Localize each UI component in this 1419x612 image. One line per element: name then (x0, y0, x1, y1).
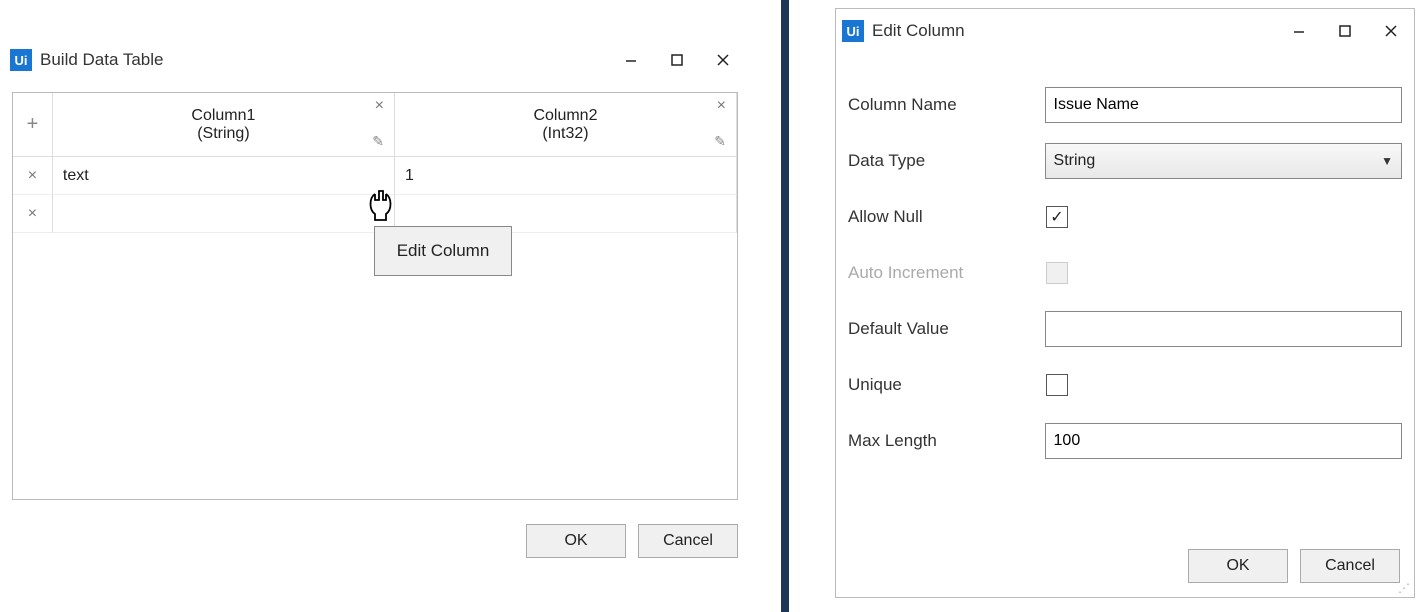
allow-null-checkbox[interactable]: ✓ (1046, 206, 1068, 228)
unique-label: Unique (848, 375, 1046, 395)
edit-column-form: Column Name Data Type String ▼ Allow Nul… (836, 53, 1414, 469)
column-name-input[interactable] (1045, 87, 1402, 123)
data-table-grid: + × Column1 (String) ✎ × Column2 (Int32)… (12, 92, 738, 500)
app-logo-icon: Ui (10, 49, 32, 71)
titlebar: Ui Edit Column (836, 9, 1414, 53)
add-column-button[interactable]: + (13, 93, 53, 157)
delete-row-icon[interactable]: × (13, 157, 53, 195)
mouse-cursor-icon (366, 188, 394, 222)
edit-column-window: Ui Edit Column Column Name Data Type Str… (835, 8, 1415, 598)
column-header-2[interactable]: × Column2 (Int32) ✎ (395, 93, 737, 157)
app-logo-icon: Ui (842, 20, 864, 42)
column-name: Column1 (191, 107, 255, 125)
max-length-label: Max Length (848, 431, 1045, 451)
delete-column-icon[interactable]: × (375, 97, 384, 115)
window-title: Build Data Table (40, 50, 164, 70)
vertical-divider (781, 0, 789, 612)
edit-column-tooltip: Edit Column (374, 226, 512, 276)
unique-checkbox[interactable] (1046, 374, 1068, 396)
cell[interactable]: 1 (395, 157, 737, 195)
titlebar: Ui Build Data Table (4, 40, 746, 80)
data-type-label: Data Type (848, 151, 1045, 171)
close-button[interactable] (700, 40, 746, 80)
chevron-down-icon: ▼ (1381, 154, 1393, 168)
cell[interactable] (53, 195, 395, 233)
default-value-label: Default Value (848, 319, 1045, 339)
maximize-button[interactable] (654, 40, 700, 80)
column-type: (Int32) (542, 125, 588, 143)
minimize-button[interactable] (1276, 11, 1322, 51)
edit-column-icon[interactable]: ✎ (714, 133, 726, 150)
edit-column-icon[interactable]: ✎ (372, 133, 384, 150)
ok-button[interactable]: OK (526, 524, 626, 558)
allow-null-label: Allow Null (848, 207, 1046, 227)
header-row: + × Column1 (String) ✎ × Column2 (Int32)… (13, 93, 737, 157)
cancel-button[interactable]: Cancel (1300, 549, 1400, 583)
data-type-select[interactable]: String ▼ (1045, 143, 1402, 179)
max-length-input[interactable] (1045, 423, 1402, 459)
column-header-1[interactable]: × Column1 (String) ✎ (53, 93, 395, 157)
ok-button[interactable]: OK (1188, 549, 1288, 583)
window-title: Edit Column (872, 21, 965, 41)
resize-grip-icon[interactable]: ⋰ (1398, 581, 1412, 595)
minimize-button[interactable] (608, 40, 654, 80)
build-data-table-window: Ui Build Data Table + × Column1 (String)… (4, 40, 746, 566)
auto-increment-label: Auto Increment (848, 263, 1046, 283)
auto-increment-checkbox (1046, 262, 1068, 284)
delete-column-icon[interactable]: × (717, 97, 726, 115)
close-button[interactable] (1368, 11, 1414, 51)
data-type-value: String (1054, 152, 1096, 170)
delete-row-icon[interactable]: × (13, 195, 53, 233)
column-type: (String) (197, 125, 249, 143)
maximize-button[interactable] (1322, 11, 1368, 51)
default-value-input[interactable] (1045, 311, 1402, 347)
column-name: Column2 (533, 107, 597, 125)
cancel-button[interactable]: Cancel (638, 524, 738, 558)
cell[interactable]: text (53, 157, 395, 195)
column-name-label: Column Name (848, 95, 1045, 115)
